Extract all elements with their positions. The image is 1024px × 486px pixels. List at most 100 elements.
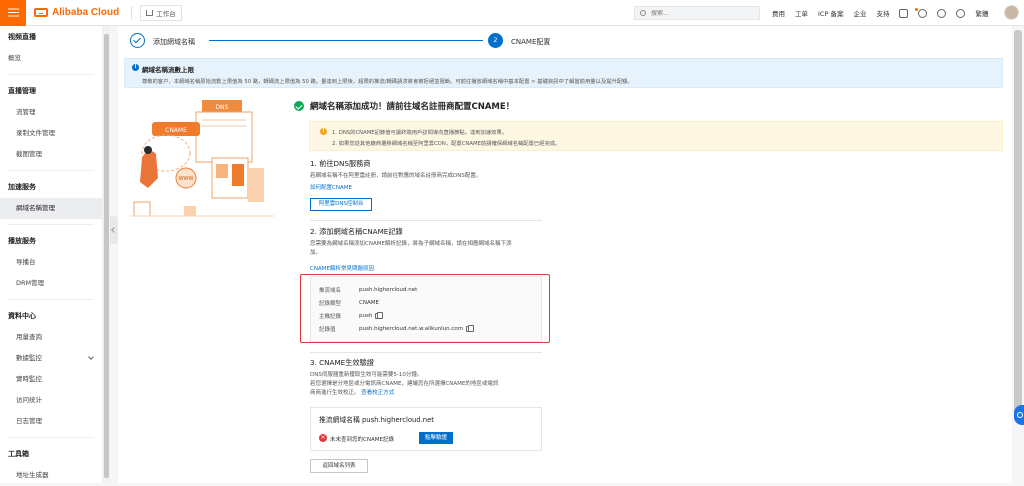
divider xyxy=(131,5,133,20)
step-indicator: 添加網域名稱 2 CNAME配置 xyxy=(118,26,1012,56)
sidebar-item-recordings[interactable]: 录制文件管理 xyxy=(0,123,102,144)
step1-label: 添加網域名稱 xyxy=(153,38,195,46)
nav-link-billing[interactable]: 费用 xyxy=(772,8,785,18)
sidebar-item-domains[interactable]: 網域名稱管理 xyxy=(0,198,102,219)
page-scrollbar[interactable] xyxy=(1014,30,1022,420)
cname-faq-link[interactable]: CNAME解析常見問題原因 xyxy=(310,264,374,272)
home-icon xyxy=(146,9,154,16)
verify-method-link[interactable]: 查看校正方式 xyxy=(361,390,394,396)
info-icon: i xyxy=(132,64,139,71)
section-divider xyxy=(310,220,542,221)
aliyun-dns-console-button[interactable]: 阿里雲DNS控制台 xyxy=(310,198,372,211)
cart-icon[interactable] xyxy=(937,8,947,18)
section3-text-2: 若您選擇是分地區或分電訊商CNAME，建議您在所選擇CNAME的地區或電訊 xyxy=(310,381,499,387)
menu-icon xyxy=(7,11,19,14)
sidebar-scrollbar[interactable] xyxy=(104,34,109,478)
sidebar-item-streams[interactable]: 流管理 xyxy=(0,102,102,123)
sidebar-item-drm[interactable]: DRM管理 xyxy=(0,273,102,294)
search-input[interactable] xyxy=(651,9,741,17)
check-circle-icon xyxy=(294,101,304,111)
check-error-text: 未未查到您的CNAME記錄 xyxy=(330,437,394,443)
sidebar-section-acceleration: 加速服务 xyxy=(8,183,36,191)
sidebar-section-tools: 工具箱 xyxy=(8,450,29,458)
warning-icon: ! xyxy=(320,128,327,135)
notice-text: 尊敬的客户，本網域名稱原始流數上限值為 50 路，轉碼流上限值為 50 路。量達… xyxy=(142,79,633,85)
warning-line-1: 1. DNS的CNAME記錄值可讓終端用戶訪問導向直播節點，達到加速效果。 xyxy=(332,130,508,136)
server-block xyxy=(248,168,264,202)
sidebar-item-snapshots[interactable]: 截图管理 xyxy=(0,144,102,165)
server-block xyxy=(232,164,244,186)
sidebar-section-playback: 播放服务 xyxy=(8,237,36,245)
nav-link-support[interactable]: 支持 xyxy=(876,8,889,18)
quota-notice: i 網域名稱流數上限 尊敬的客户，本網域名稱原始流數上限值為 50 路，轉碼流上… xyxy=(124,58,1003,88)
main-content: 添加網域名稱 2 CNAME配置 i 網域名稱流數上限 尊敬的客户，本網域名稱原… xyxy=(118,26,1012,483)
sidebar-item-logs[interactable]: 日志管理 xyxy=(0,411,102,432)
floating-help-button[interactable] xyxy=(1014,405,1024,425)
top-navigation-bar: Alibaba Cloud 工作台 费用 工单 ICP 备案 企业 支持 繁體 xyxy=(0,0,1024,26)
sidebar-item-monitoring[interactable]: 數據監控 xyxy=(0,348,102,369)
nav-link-icp[interactable]: ICP 备案 xyxy=(818,8,843,18)
warning-line-2: 2. 如果您從其他廠商遷移網域名稱至阿里雲CDN，配置CNAME前請確保網域名稱… xyxy=(332,141,561,147)
sidebar-collapse-button[interactable] xyxy=(110,216,118,244)
how-to-cname-link[interactable]: 如何配置CNAME xyxy=(310,183,352,191)
highlight-frame xyxy=(300,274,550,343)
section3-title: 3. CNAME生效驗證 xyxy=(310,358,374,367)
cname-warning: ! 1. DNS的CNAME記錄值可讓終端用戶訪問導向直播節點，達到加速效果。 … xyxy=(309,121,1003,151)
step-done-check-icon xyxy=(130,33,145,48)
bell-icon[interactable] xyxy=(915,7,928,18)
www-label: WWW xyxy=(179,176,194,182)
cname-check-box: 推流網域名稱 push.highercloud.net × 未未查到您的CNAM… xyxy=(310,407,542,451)
section2-text-1: 您需要為網域名稱添加CNAME解析記錄，將為子網域名稱，請在相應網域名稱下添 xyxy=(310,241,512,247)
avatar[interactable] xyxy=(1004,5,1019,20)
check-title: 推流網域名稱 push.highercloud.net xyxy=(319,416,434,424)
back-to-domain-list-button[interactable]: 返回域名列表 xyxy=(310,459,368,473)
section2-title: 2. 添加網域名稱CNAME記錄 xyxy=(310,227,403,236)
section1-text: 若網域名稱不在阿里雲註冊，請前往對應的域名註冊商完成DNS配置。 xyxy=(310,173,482,179)
help-icon[interactable] xyxy=(956,8,966,18)
person-head xyxy=(144,146,152,154)
workbench-button[interactable]: 工作台 xyxy=(140,4,182,21)
sidebar: 视频直播 概览 直播管理 流管理 录制文件管理 截图管理 加速服务 網域名稱管理… xyxy=(0,26,103,483)
sidebar-item-usage[interactable]: 用量查詢 xyxy=(0,327,102,348)
workbench-label: 工作台 xyxy=(156,9,176,18)
chevron-down-icon xyxy=(88,354,94,360)
search-icon xyxy=(640,10,646,16)
step2-label: CNAME配置 xyxy=(511,38,551,46)
verify-button[interactable]: 點擊驗證 xyxy=(419,432,453,444)
sidebar-item-realtime[interactable]: 實時監控 xyxy=(0,369,102,390)
error-icon: × xyxy=(319,434,327,442)
sidebar-section-stream: 直播管理 xyxy=(8,87,36,95)
sidebar-divider xyxy=(8,224,94,225)
sidebar-item-director[interactable]: 导播台 xyxy=(0,252,102,273)
server-block xyxy=(216,164,228,178)
section3-text-3: 商商進行生效校正。 查看校正方式 xyxy=(310,389,394,398)
decor-box xyxy=(184,206,196,216)
section1-title: 1. 前往DNS服務商 xyxy=(310,159,371,168)
cname-chip-label: CNAME xyxy=(165,127,187,134)
sidebar-item-label: 數據監控 xyxy=(16,354,42,362)
section2-text-2: 加。 xyxy=(310,250,322,256)
alibaba-cloud-logo[interactable]: Alibaba Cloud xyxy=(34,7,119,18)
sidebar-divider xyxy=(8,437,94,438)
sidebar-title-live: 视频直播 xyxy=(8,33,36,41)
section-divider xyxy=(310,352,542,353)
notification-badge xyxy=(915,7,919,11)
notice-title: 網域名稱流數上限 xyxy=(142,66,194,74)
sidebar-item-access-stats[interactable]: 访问统计 xyxy=(0,390,102,411)
top-links: 费用 工单 ICP 备案 企业 支持 繁體 xyxy=(772,0,998,26)
sidebar-item-overview[interactable]: 概览 xyxy=(0,48,102,69)
hamburger-menu-button[interactable] xyxy=(0,0,26,26)
step2-number: 2 xyxy=(488,33,503,48)
nav-link-tickets[interactable]: 工单 xyxy=(795,8,808,18)
search-box[interactable] xyxy=(634,6,760,20)
section3-text-3-label: 商商進行生效校正。 xyxy=(310,390,360,396)
logo-icon xyxy=(34,8,48,17)
language-switch[interactable]: 繁體 xyxy=(975,8,988,18)
decor-box xyxy=(133,201,151,217)
cloud-shell-icon[interactable] xyxy=(899,8,909,18)
dns-label: DNS xyxy=(216,104,229,111)
sidebar-divider xyxy=(8,299,94,300)
nav-link-enterprise[interactable]: 企业 xyxy=(853,8,866,18)
logo-text: Alibaba Cloud xyxy=(52,7,120,18)
sidebar-divider xyxy=(8,170,94,171)
